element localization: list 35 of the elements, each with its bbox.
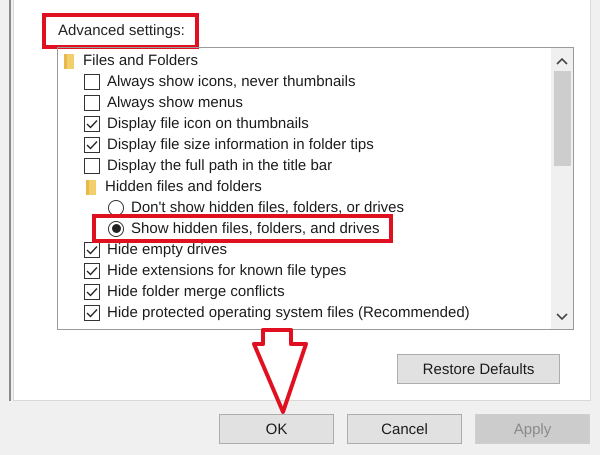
option-label: Always show menus <box>107 94 243 111</box>
scroll-up-icon[interactable] <box>556 57 568 65</box>
checkbox[interactable] <box>84 262 100 278</box>
checkbox[interactable] <box>84 116 100 132</box>
option-label: Hide empty drives <box>107 241 228 258</box>
option-label: Files and Folders <box>83 52 198 69</box>
radio-button[interactable] <box>108 200 124 216</box>
checkbox[interactable] <box>84 136 100 152</box>
folder-icon <box>84 178 98 196</box>
scroll-down-icon[interactable] <box>556 313 568 321</box>
section-label: Advanced settings: <box>42 13 199 49</box>
option-label: Don't show hidden files, folders, or drives <box>131 199 404 216</box>
option-label: Hide extensions for known file types <box>107 262 346 279</box>
checkbox[interactable] <box>84 158 100 174</box>
scrollbar[interactable] <box>551 48 573 329</box>
checkbox[interactable] <box>84 74 100 90</box>
option-label: Display the full path in the title bar <box>107 157 332 174</box>
option-label: Always show icons, never thumbnails <box>107 73 356 90</box>
settings-list[interactable] <box>57 47 574 330</box>
checkbox[interactable] <box>84 284 100 300</box>
option-label: Hide protected operating system files (Recommended) <box>107 304 470 321</box>
option-label: Show hidden files, folders, and drives <box>131 220 380 237</box>
dialog-button[interactable]: Cancel <box>347 414 462 444</box>
option-label: Display file icon on thumbnails <box>107 115 309 132</box>
option-label: Hide folder merge conflicts <box>107 283 285 300</box>
checkbox[interactable] <box>84 304 100 320</box>
option-label: Hidden files and folders <box>105 178 262 195</box>
checkbox[interactable] <box>84 242 100 258</box>
checkbox[interactable] <box>84 94 100 110</box>
dialog-button[interactable]: OK <box>219 414 334 444</box>
option-label: Display file size information in folder tips <box>107 136 374 153</box>
folder-icon <box>62 52 76 70</box>
radio-button[interactable] <box>108 220 124 236</box>
scroll-thumb[interactable] <box>554 71 570 166</box>
restore-defaults-button[interactable]: Restore Defaults <box>397 354 560 384</box>
